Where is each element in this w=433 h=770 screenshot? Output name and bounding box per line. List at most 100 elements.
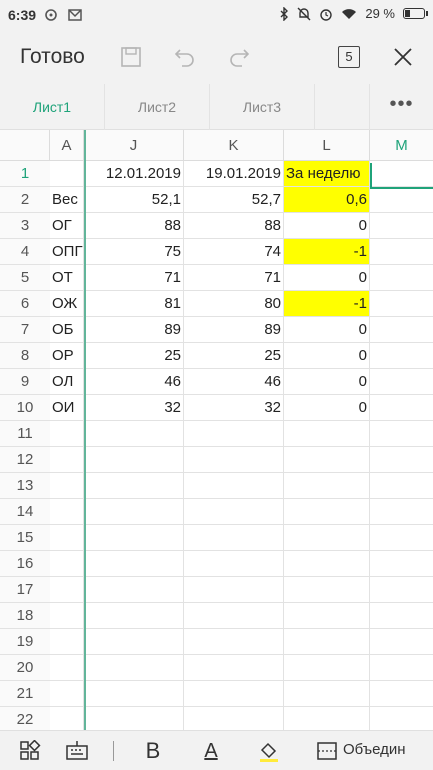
keyboard-icon[interactable] (63, 737, 91, 765)
cell-l4[interactable]: -1 (284, 239, 370, 265)
cell-l10[interactable]: 0 (284, 395, 370, 421)
cell-a11[interactable] (50, 421, 84, 447)
cell-m15[interactable] (370, 525, 433, 551)
cell-m8[interactable] (370, 343, 433, 369)
cell-l17[interactable] (284, 577, 370, 603)
cell-m16[interactable] (370, 551, 433, 577)
cell-l8[interactable]: 0 (284, 343, 370, 369)
merge-cells-icon[interactable] (313, 737, 341, 765)
cell-k11[interactable] (184, 421, 284, 447)
font-color-icon[interactable]: A (197, 737, 225, 765)
cell-j14[interactable] (84, 499, 184, 525)
cell-j13[interactable] (84, 473, 184, 499)
row-header[interactable]: 7 (0, 317, 50, 343)
done-button[interactable]: Готово (20, 45, 85, 69)
row-header[interactable]: 22 (0, 707, 50, 730)
row-header[interactable]: 3 (0, 213, 50, 239)
cell-l21[interactable] (284, 681, 370, 707)
cell-k14[interactable] (184, 499, 284, 525)
cell-m10[interactable] (370, 395, 433, 421)
cell-j12[interactable] (84, 447, 184, 473)
fill-color-icon[interactable] (255, 737, 283, 765)
cell-l19[interactable] (284, 629, 370, 655)
cell-k21[interactable] (184, 681, 284, 707)
cell-m22[interactable] (370, 707, 433, 730)
cell-j3[interactable]: 88 (84, 213, 184, 239)
close-icon[interactable] (390, 44, 416, 70)
spreadsheet-grid[interactable]: A J K L M 1 12.01.2019 19.01.2019 За неделю… (0, 130, 433, 730)
row-header[interactable]: 18 (0, 603, 50, 629)
cell-k22[interactable] (184, 707, 284, 730)
cell-k8[interactable]: 25 (184, 343, 284, 369)
cell-a17[interactable] (50, 577, 84, 603)
row-header[interactable]: 8 (0, 343, 50, 369)
cell-j9[interactable]: 46 (84, 369, 184, 395)
cell-m9[interactable] (370, 369, 433, 395)
row-header[interactable]: 4 (0, 239, 50, 265)
cell-j1[interactable]: 12.01.2019 (84, 161, 184, 187)
cell-a3[interactable]: ОГ (50, 213, 84, 239)
row-header[interactable]: 19 (0, 629, 50, 655)
cell-k15[interactable] (184, 525, 284, 551)
cell-a21[interactable] (50, 681, 84, 707)
cell-k1[interactable]: 19.01.2019 (184, 161, 284, 187)
cell-m17[interactable] (370, 577, 433, 603)
cell-a10[interactable]: ОИ (50, 395, 84, 421)
cell-l20[interactable] (284, 655, 370, 681)
row-header[interactable]: 2 (0, 187, 50, 213)
cell-j7[interactable]: 89 (84, 317, 184, 343)
save-icon[interactable] (118, 44, 144, 70)
cell-l12[interactable] (284, 447, 370, 473)
cell-l2[interactable]: 0,6 (284, 187, 370, 213)
cell-m13[interactable] (370, 473, 433, 499)
cell-l1[interactable]: За неделю (284, 161, 370, 187)
cell-l5[interactable]: 0 (284, 265, 370, 291)
row-header[interactable]: 9 (0, 369, 50, 395)
cell-k10[interactable]: 32 (184, 395, 284, 421)
cell-m3[interactable] (370, 213, 433, 239)
cell-k19[interactable] (184, 629, 284, 655)
cell-j2[interactable]: 52,1 (84, 187, 184, 213)
cell-k13[interactable] (184, 473, 284, 499)
cell-j19[interactable] (84, 629, 184, 655)
cell-l7[interactable]: 0 (284, 317, 370, 343)
undo-icon[interactable] (172, 44, 198, 70)
cell-k12[interactable] (184, 447, 284, 473)
more-options-icon[interactable]: ••• (370, 84, 433, 130)
col-header-j[interactable]: J (84, 130, 184, 161)
tab-sheet3[interactable]: Лист3 (210, 84, 315, 130)
cell-k7[interactable]: 89 (184, 317, 284, 343)
cell-a4[interactable]: ОПГ (50, 239, 84, 265)
cell-l16[interactable] (284, 551, 370, 577)
cell-a9[interactable]: ОЛ (50, 369, 84, 395)
cell-m12[interactable] (370, 447, 433, 473)
cell-k9[interactable]: 46 (184, 369, 284, 395)
cell-l13[interactable] (284, 473, 370, 499)
row-header[interactable]: 16 (0, 551, 50, 577)
cell-a14[interactable] (50, 499, 84, 525)
cell-l3[interactable]: 0 (284, 213, 370, 239)
cell-j20[interactable] (84, 655, 184, 681)
cell-l15[interactable] (284, 525, 370, 551)
cell-m5[interactable] (370, 265, 433, 291)
cell-l18[interactable] (284, 603, 370, 629)
col-header-k[interactable]: K (184, 130, 284, 161)
grid-apps-icon[interactable] (16, 737, 44, 765)
cell-m6[interactable] (370, 291, 433, 317)
cell-l22[interactable] (284, 707, 370, 730)
col-header-m[interactable]: M (370, 130, 433, 161)
sheets-count-button[interactable]: 5 (338, 46, 360, 68)
cell-m19[interactable] (370, 629, 433, 655)
row-header[interactable]: 17 (0, 577, 50, 603)
cell-a15[interactable] (50, 525, 84, 551)
cell-a1[interactable] (50, 161, 84, 187)
cell-m4[interactable] (370, 239, 433, 265)
cell-k5[interactable]: 71 (184, 265, 284, 291)
cell-k3[interactable]: 88 (184, 213, 284, 239)
cell-a16[interactable] (50, 551, 84, 577)
row-header[interactable]: 10 (0, 395, 50, 421)
cell-j22[interactable] (84, 707, 184, 730)
cell-j4[interactable]: 75 (84, 239, 184, 265)
cell-a12[interactable] (50, 447, 84, 473)
cell-a8[interactable]: ОР (50, 343, 84, 369)
